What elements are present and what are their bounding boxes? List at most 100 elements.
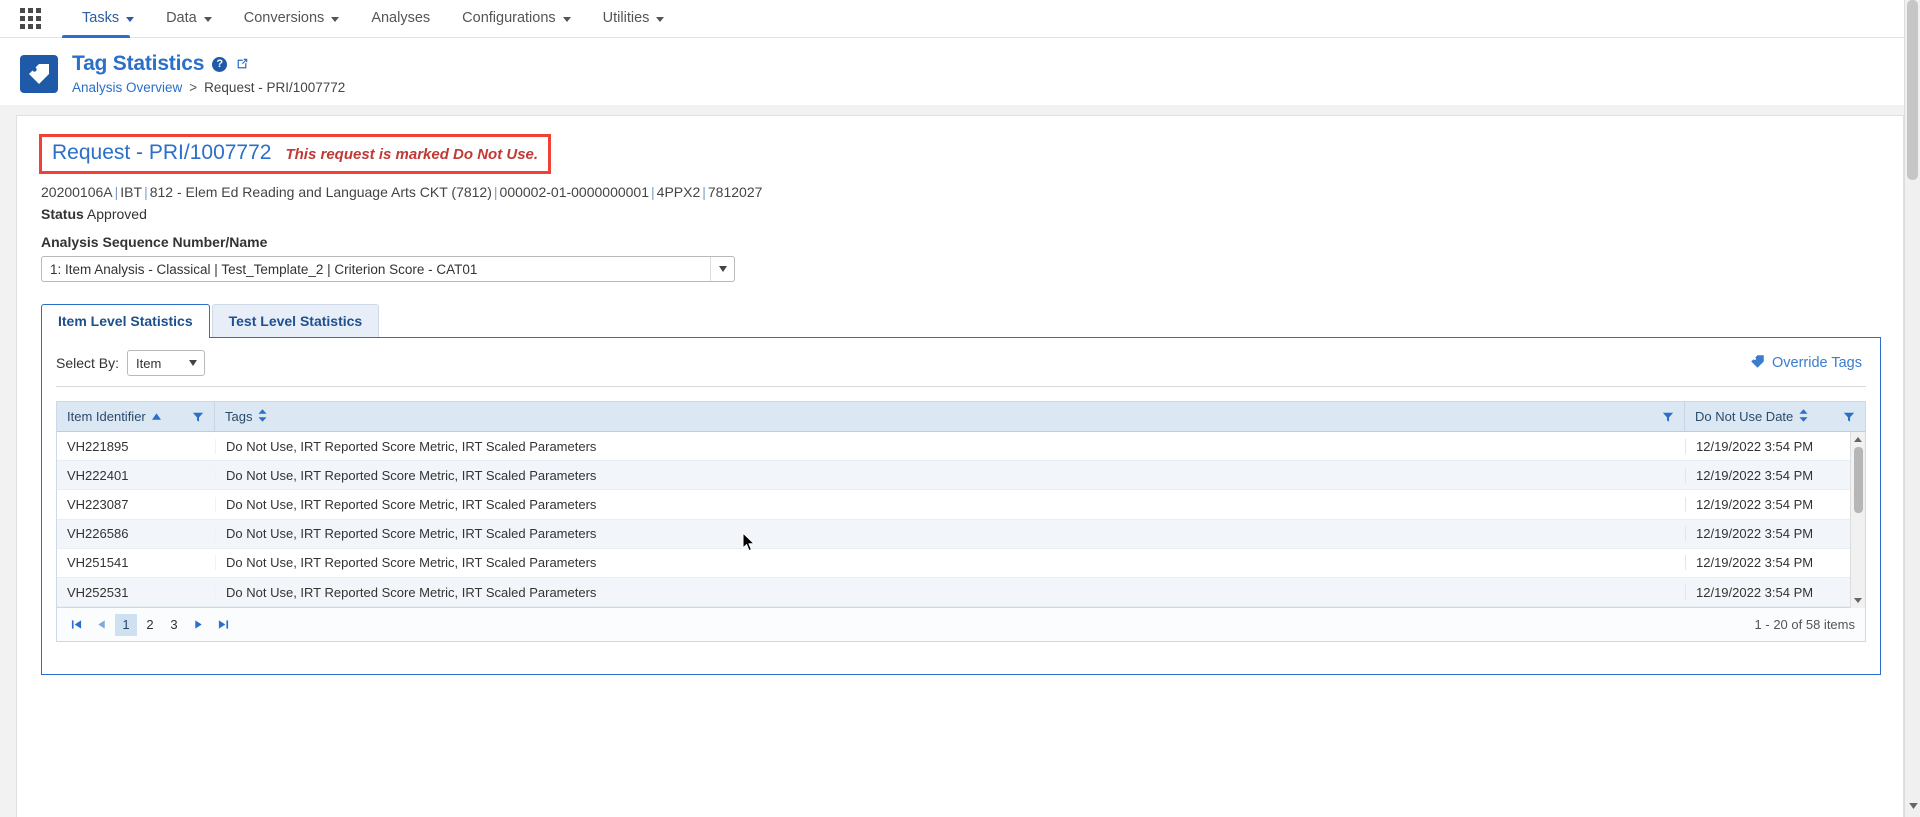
page-title: Tag Statistics (72, 52, 205, 75)
first-page-icon[interactable] (65, 614, 88, 636)
chevron-down-icon (562, 16, 571, 22)
chevron-down-icon (126, 16, 135, 22)
page-body: Request - PRI/1007772 This request is ma… (0, 105, 1920, 817)
sort-both-icon[interactable] (258, 408, 268, 425)
page-button-2[interactable]: 2 (139, 614, 161, 636)
filter-icon[interactable] (1843, 411, 1855, 423)
nav-label-configurations: Configurations (462, 10, 556, 26)
table-row[interactable]: VH222401 Do Not Use, IRT Reported Score … (57, 461, 1865, 491)
chevron-down-icon (203, 16, 212, 22)
grid-vertical-scrollbar[interactable] (1850, 432, 1865, 608)
page-header: Tag Statistics ? Analysis Overview > Req… (0, 38, 1920, 105)
meta-number: 7812027 (707, 184, 763, 200)
grid-header-item-identifier[interactable]: Item Identifier (57, 402, 215, 431)
tab-label-item-level: Item Level Statistics (58, 313, 193, 329)
table-row[interactable]: VH226586 Do Not Use, IRT Reported Score … (57, 519, 1865, 549)
cell-do-not-use-date: 12/19/2022 3:54 PM (1685, 526, 1865, 542)
panel-toolbar: Select By: Item Override Tags (56, 350, 1866, 387)
meta-test-name: 812 - Elem Ed Reading and Language Arts … (149, 184, 492, 200)
external-link-icon[interactable] (235, 57, 249, 71)
scrollbar-thumb[interactable] (1854, 447, 1863, 513)
cell-tags: Do Not Use, IRT Reported Score Metric, I… (215, 438, 1685, 454)
select-by-dropdown[interactable]: Item (127, 350, 206, 376)
table-row[interactable]: VH252531 Do Not Use, IRT Reported Score … (57, 577, 1865, 608)
table-row[interactable]: VH223087 Do Not Use, IRT Reported Score … (57, 490, 1865, 520)
last-page-icon[interactable] (212, 614, 235, 636)
chevron-down-icon (656, 16, 665, 22)
grid-rows: VH221895 Do Not Use, IRT Reported Score … (57, 432, 1865, 608)
grid-header-label-do-not-use-date: Do Not Use Date (1695, 409, 1794, 424)
next-page-icon[interactable] (187, 614, 210, 636)
scroll-up-icon[interactable] (1851, 432, 1865, 447)
grid-header-row: Item Identifier Tags Do Not Use Date (57, 402, 1865, 432)
analysis-sequence-select[interactable]: 1: Item Analysis - Classical | Test_Temp… (41, 256, 735, 282)
tab-item-level-statistics[interactable]: Item Level Statistics (41, 304, 210, 338)
grid-header-label-item-identifier: Item Identifier (67, 409, 146, 424)
breadcrumb: Analysis Overview > Request - PRI/100777… (72, 80, 345, 95)
page-button-1[interactable]: 1 (115, 613, 137, 636)
prev-page-icon[interactable] (90, 614, 113, 636)
breadcrumb-separator: > (189, 80, 198, 95)
nav-item-conversions[interactable]: Conversions (228, 0, 356, 37)
select-by-label: Select By: (56, 355, 120, 371)
select-by-group: Select By: Item (56, 350, 206, 376)
nav-item-analyses[interactable]: Analyses (355, 0, 446, 37)
meta-admin-id: 000002-01-0000000001 (499, 184, 650, 200)
filter-icon[interactable] (1662, 411, 1674, 423)
pager-controls: 1 2 3 (65, 613, 235, 636)
cell-tags: Do Not Use, IRT Reported Score Metric, I… (215, 467, 1685, 483)
page-title-row: Tag Statistics ? (72, 52, 345, 76)
nav-label-conversions: Conversions (243, 10, 325, 26)
page-vertical-scrollbar[interactable] (1904, 0, 1920, 817)
request-title: Request - PRI/1007772 (52, 141, 272, 164)
chevron-down-icon (189, 351, 198, 375)
nav-item-configurations[interactable]: Configurations (446, 0, 587, 37)
cell-tags: Do Not Use, IRT Reported Score Metric, I… (215, 555, 1685, 571)
breadcrumb-current: Request - PRI/1007772 (204, 80, 346, 95)
scroll-down-icon[interactable] (1851, 593, 1865, 608)
cell-item-identifier: VH252531 (67, 584, 129, 600)
tab-test-level-statistics[interactable]: Test Level Statistics (211, 304, 380, 337)
page-button-3[interactable]: 3 (163, 614, 185, 636)
page-scroll-down-icon[interactable] (1909, 796, 1918, 814)
statistics-tabs: Item Level Statistics Test Level Statist… (41, 304, 1881, 338)
help-icon[interactable]: ? (212, 56, 228, 72)
breadcrumb-link-analysis-overview[interactable]: Analysis Overview (72, 80, 182, 95)
request-meta-line: 20200106A | IBT | 812 - Elem Ed Reading and … (41, 184, 763, 200)
sort-both-icon[interactable] (1799, 408, 1808, 425)
analysis-sequence-label: Analysis Sequence Number/Name (41, 234, 268, 250)
request-card: Request - PRI/1007772 This request is ma… (16, 115, 1904, 817)
top-navigation-bar: Tasks Data Conversions Analyses Configur… (0, 0, 1920, 38)
override-tags-button[interactable]: Override Tags (1750, 354, 1866, 373)
pager-summary: 1 - 20 of 58 items (1754, 617, 1855, 633)
cell-do-not-use-date: 12/19/2022 3:54 PM (1685, 496, 1865, 512)
cell-do-not-use-date: 12/19/2022 3:54 PM (1685, 584, 1865, 600)
status-value: Approved (86, 206, 147, 222)
cell-item-identifier: VH221895 (67, 438, 129, 454)
override-tags-label: Override Tags (1772, 355, 1862, 371)
cell-do-not-use-date: 12/19/2022 3:54 PM (1685, 555, 1865, 571)
page-scrollbar-thumb[interactable] (1907, 0, 1918, 180)
nav-label-data: Data (166, 10, 197, 26)
filter-icon[interactable] (192, 411, 204, 423)
nav-item-utilities[interactable]: Utilities (587, 0, 681, 37)
table-row[interactable]: VH221895 Do Not Use, IRT Reported Score … (57, 432, 1865, 462)
table-row[interactable]: VH251541 Do Not Use, IRT Reported Score … (57, 549, 1865, 578)
cell-do-not-use-date: 12/19/2022 3:54 PM (1685, 438, 1865, 454)
nav-item-data[interactable]: Data (150, 0, 228, 37)
nav-label-analyses: Analyses (371, 10, 431, 26)
tags-grid: Item Identifier Tags Do Not Use Date VH2… (56, 401, 1866, 609)
meta-code: 4PPX2 (656, 184, 701, 200)
sort-ascending-icon[interactable] (151, 409, 161, 424)
grid-header-do-not-use-date[interactable]: Do Not Use Date (1685, 402, 1865, 431)
cell-tags: Do Not Use, IRT Reported Score Metric, I… (215, 526, 1685, 542)
grid-header-tags[interactable]: Tags (215, 402, 1685, 431)
cell-item-identifier: VH226586 (67, 526, 129, 542)
do-not-use-warning: This request is marked Do Not Use. (285, 146, 539, 163)
cell-tags: Do Not Use, IRT Reported Score Metric, I… (215, 496, 1685, 512)
grid-apps-icon[interactable] (20, 7, 42, 30)
status-label: Status (41, 206, 84, 222)
nav-item-tasks[interactable]: Tasks (66, 0, 150, 37)
item-level-statistics-panel: Select By: Item Override Tags Item Ident… (41, 337, 1881, 675)
cell-do-not-use-date: 12/19/2022 3:54 PM (1685, 467, 1865, 483)
